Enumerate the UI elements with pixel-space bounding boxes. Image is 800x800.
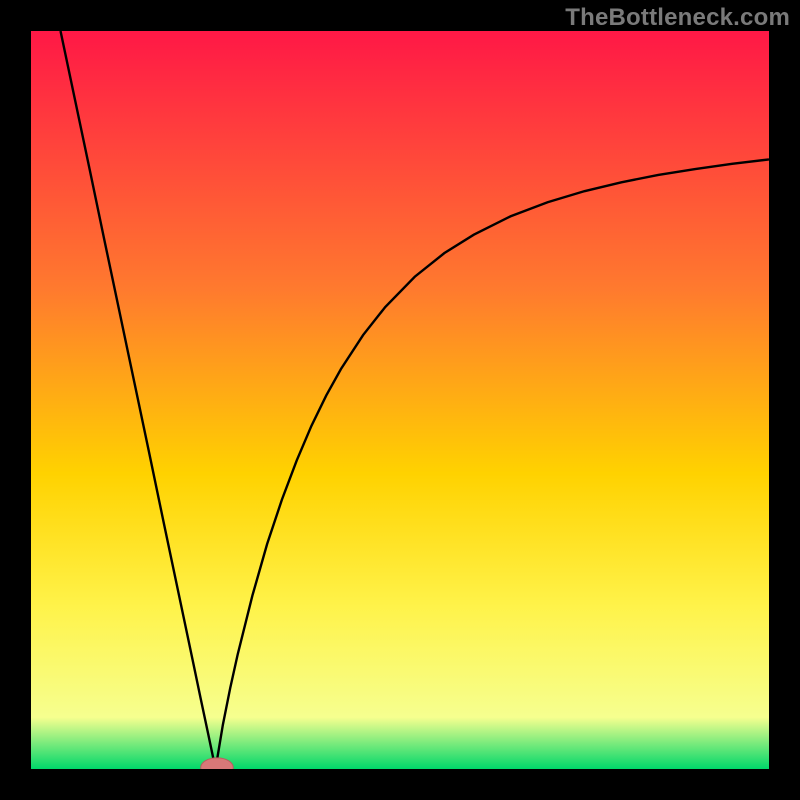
watermark-text: TheBottleneck.com [565,4,790,32]
plot-area [31,31,769,769]
gradient-background [31,31,769,769]
outer-frame: TheBottleneck.com [0,0,800,800]
chart-svg [31,31,769,769]
